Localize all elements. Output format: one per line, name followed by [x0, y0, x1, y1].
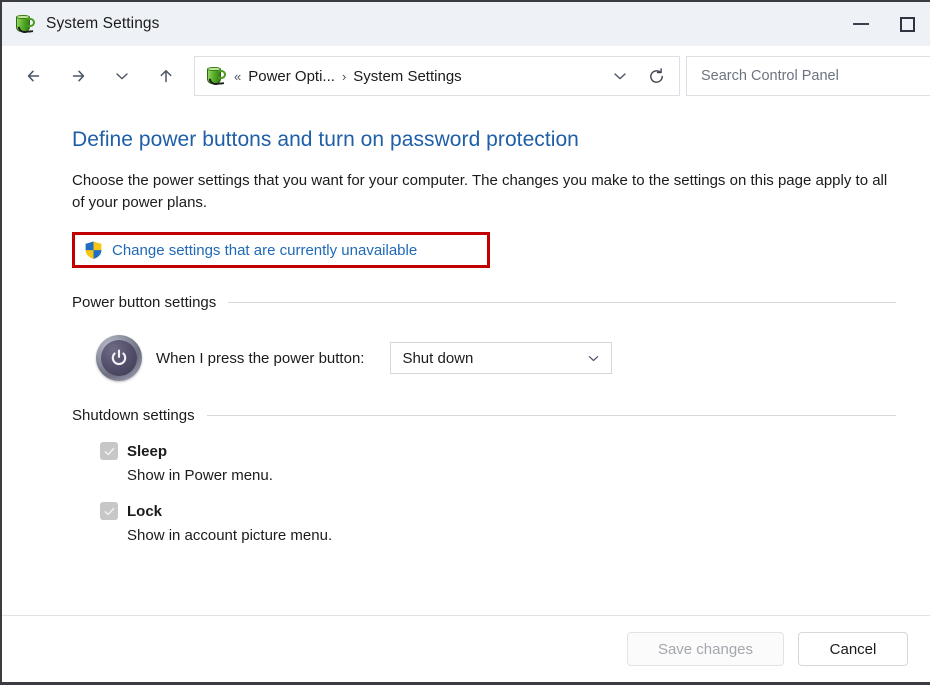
- search-control-panel-box[interactable]: Search Control Panel: [686, 56, 930, 96]
- checkmark-icon: [103, 505, 116, 518]
- section-header: Power button settings: [72, 294, 896, 311]
- power-button-action-value: Shut down: [402, 350, 473, 367]
- breadcrumb-item-power-options[interactable]: Power Opti...: [248, 68, 335, 85]
- sleep-checkbox[interactable]: [100, 442, 118, 460]
- section-header: Shutdown settings: [72, 407, 896, 424]
- change-settings-link-highlight[interactable]: Change settings that are currently unava…: [72, 232, 490, 268]
- refresh-button[interactable]: [639, 59, 673, 93]
- checkmark-icon: [103, 445, 116, 458]
- chevron-down-icon: [113, 67, 131, 85]
- cancel-button[interactable]: Cancel: [798, 632, 908, 666]
- section-divider: [228, 302, 896, 303]
- lock-checkbox[interactable]: [100, 502, 118, 520]
- power-options-icon: [14, 13, 36, 35]
- navigation-bar: « Power Opti... › System Settings: [2, 46, 930, 106]
- address-bar-actions: [603, 59, 673, 93]
- page-title: Define power buttons and turn on passwor…: [72, 128, 896, 152]
- maximize-button[interactable]: [884, 2, 930, 46]
- refresh-icon: [647, 67, 666, 86]
- search-input[interactable]: Search Control Panel: [701, 68, 839, 84]
- change-settings-link[interactable]: Change settings that are currently unava…: [112, 242, 417, 259]
- section-shutdown-settings: Shutdown settings Sleep Show in Power me…: [72, 407, 896, 544]
- lock-description: Show in account picture menu.: [72, 527, 896, 544]
- sleep-checkbox-label: Sleep: [127, 443, 167, 460]
- power-button-label: When I press the power button:: [156, 350, 364, 367]
- nav-buttons: [2, 56, 188, 96]
- power-symbol-icon: [109, 348, 129, 368]
- power-button-icon: [96, 335, 142, 381]
- up-button[interactable]: [144, 56, 188, 96]
- system-settings-window: System Settings: [0, 0, 930, 685]
- breadcrumb: « Power Opti... › System Settings: [205, 65, 603, 87]
- page-description: Choose the power settings that you want …: [72, 170, 896, 214]
- uac-shield-icon: [84, 240, 103, 260]
- power-button-action-dropdown[interactable]: Shut down: [390, 342, 612, 374]
- section-title-power-button-settings: Power button settings: [72, 294, 216, 311]
- back-arrow-icon: [23, 65, 45, 87]
- caption-buttons: [838, 2, 930, 46]
- forward-arrow-icon: [67, 65, 89, 87]
- section-title-shutdown-settings: Shutdown settings: [72, 407, 195, 424]
- address-bar[interactable]: « Power Opti... › System Settings: [194, 56, 680, 96]
- sleep-description: Show in Power menu.: [72, 467, 896, 484]
- section-divider: [207, 415, 896, 416]
- title-bar: System Settings: [2, 2, 930, 46]
- content-area: Define power buttons and turn on passwor…: [2, 106, 930, 615]
- window-title: System Settings: [46, 15, 160, 33]
- maximize-icon: [900, 17, 915, 32]
- lock-checkbox-label: Lock: [127, 503, 162, 520]
- checkbox-row-lock[interactable]: Lock: [72, 502, 896, 520]
- forward-button[interactable]: [56, 56, 100, 96]
- chevron-down-icon: [611, 67, 629, 85]
- minimize-button[interactable]: [838, 2, 884, 46]
- address-history-button[interactable]: [603, 59, 637, 93]
- breadcrumb-item-system-settings[interactable]: System Settings: [353, 68, 461, 85]
- checkbox-row-sleep[interactable]: Sleep: [72, 442, 896, 460]
- power-button-row: When I press the power button: Shut down: [72, 335, 896, 381]
- up-arrow-icon: [155, 65, 177, 87]
- title-bar-left: System Settings: [2, 13, 160, 35]
- section-power-button-settings: Power button settings When I press the p…: [72, 294, 896, 381]
- breadcrumb-separator: ›: [342, 70, 346, 83]
- chevron-down-icon: [586, 351, 601, 366]
- minimize-icon: [853, 23, 869, 25]
- back-button[interactable]: [12, 56, 56, 96]
- recent-locations-button[interactable]: [100, 56, 144, 96]
- breadcrumb-power-options-icon: [205, 65, 227, 87]
- footer-actions: Save changes Cancel: [2, 616, 930, 682]
- save-changes-button[interactable]: Save changes: [627, 632, 784, 666]
- breadcrumb-overflow[interactable]: «: [234, 70, 241, 83]
